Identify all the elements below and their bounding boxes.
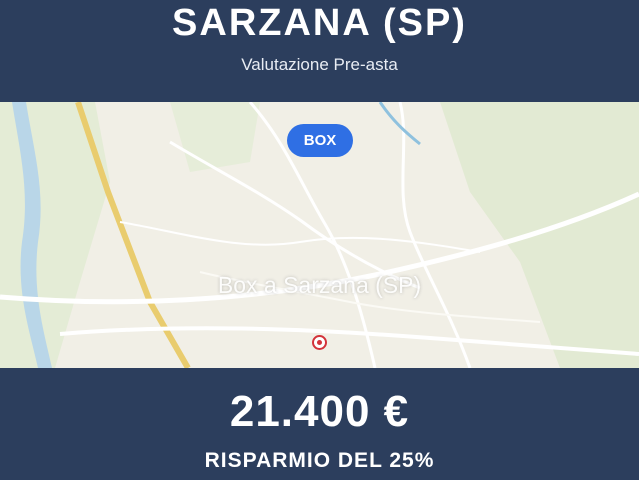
- savings-label: RISPARMIO DEL 25%: [204, 449, 435, 472]
- page-subtitle: Valutazione Pre-asta: [241, 55, 398, 74]
- price-value: 21.400 €: [229, 387, 410, 436]
- page-title: SARZANA (SP): [172, 2, 467, 44]
- header-banner: SARZANA (SP) Valutazione Pre-asta: [0, 0, 639, 102]
- location-marker-icon[interactable]: [312, 335, 327, 350]
- category-badge: BOX: [287, 124, 353, 157]
- map-overlay-title: Box a Sarzana (SP): [217, 272, 422, 298]
- footer-banner: 21.400 € RISPARMIO DEL 25%: [0, 368, 639, 480]
